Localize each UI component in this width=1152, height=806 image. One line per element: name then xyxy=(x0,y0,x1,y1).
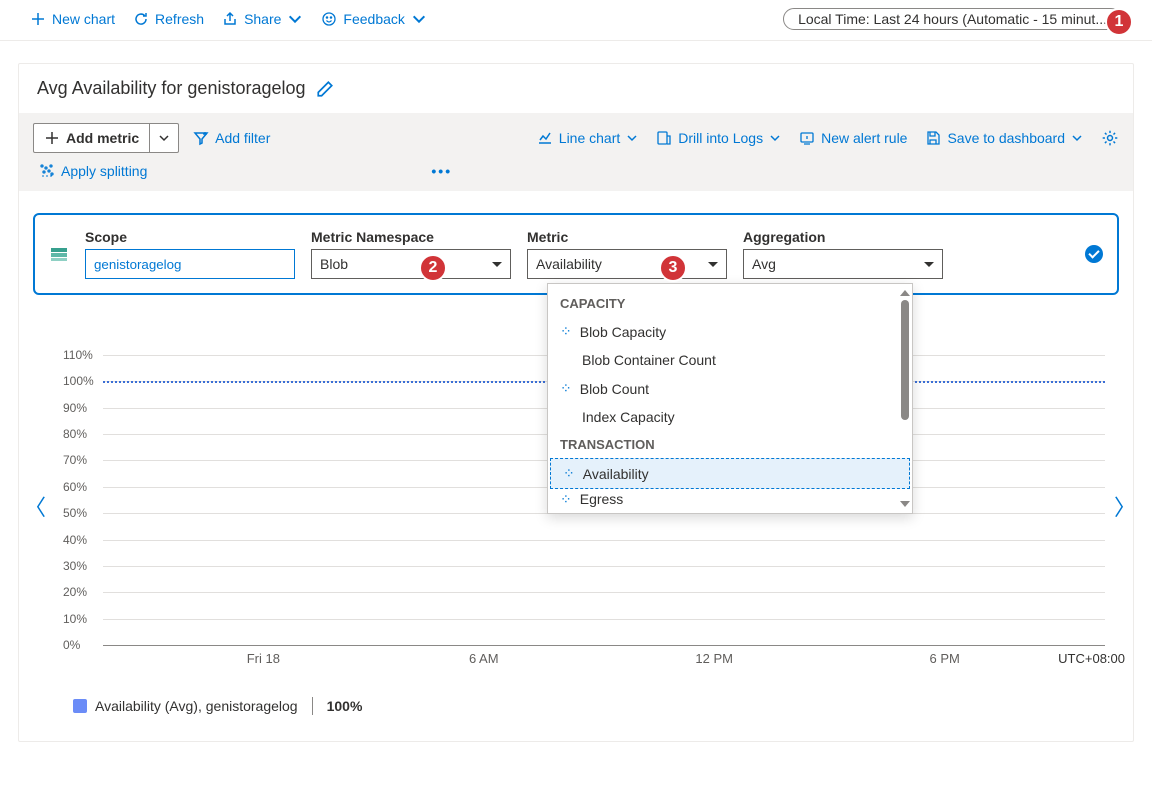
save-icon xyxy=(925,130,941,146)
scope-label: Scope xyxy=(85,229,295,245)
feedback-label: Feedback xyxy=(343,11,404,27)
refresh-label: Refresh xyxy=(155,11,204,27)
chevron-down-icon xyxy=(287,11,303,27)
chevron-down-icon xyxy=(158,132,170,144)
metric-selector[interactable]: Availability xyxy=(527,249,727,279)
metric-icon: ⁘ xyxy=(560,323,572,340)
dropdown-item-blob-capacity[interactable]: ⁘Blob Capacity xyxy=(548,317,912,346)
scope-selector[interactable] xyxy=(85,249,295,279)
x-axis-tick: 12 PM xyxy=(695,651,733,677)
alert-icon xyxy=(799,130,815,146)
y-axis-tick: 90% xyxy=(63,401,87,415)
add-metric-label: Add metric xyxy=(66,130,139,146)
annotation-badge-1: 1 xyxy=(1105,8,1133,36)
settings-gear-icon[interactable] xyxy=(1101,129,1119,147)
save-to-dashboard-button[interactable]: Save to dashboard xyxy=(925,130,1083,146)
add-metric-dropdown[interactable] xyxy=(149,124,178,152)
legend-value: 100% xyxy=(327,698,363,714)
y-axis-tick: 110% xyxy=(63,348,93,362)
chevron-down-icon xyxy=(411,11,427,27)
y-axis-tick: 60% xyxy=(63,480,87,494)
share-icon xyxy=(222,11,238,27)
new-chart-label: New chart xyxy=(52,11,115,27)
y-axis-tick: 10% xyxy=(63,612,87,626)
y-axis-tick: 80% xyxy=(63,427,87,441)
scroll-left-button[interactable]: 〈 xyxy=(24,490,46,522)
share-button[interactable]: Share xyxy=(222,11,303,27)
query-valid-check-icon xyxy=(1085,245,1103,263)
add-filter-label: Add filter xyxy=(215,130,270,146)
chart-legend: Availability (Avg), genistoragelog 100% xyxy=(73,697,1133,715)
dropdown-item-blob-container-count[interactable]: Blob Container Count xyxy=(548,346,912,374)
save-to-dashboard-label: Save to dashboard xyxy=(947,130,1065,146)
refresh-icon xyxy=(133,11,149,27)
chevron-down-icon xyxy=(1071,132,1083,144)
feedback-button[interactable]: Feedback xyxy=(321,11,426,27)
apply-splitting-label: Apply splitting xyxy=(61,163,147,179)
time-range-selector[interactable]: Local Time: Last 24 hours (Automatic - 1… xyxy=(783,8,1122,30)
dropdown-item-availability[interactable]: ⁘Availability xyxy=(550,458,910,489)
share-label: Share xyxy=(244,11,281,27)
more-menu-button[interactable]: ••• xyxy=(431,163,452,179)
drill-into-logs-button[interactable]: Drill into Logs xyxy=(656,130,781,146)
new-alert-rule-label: New alert rule xyxy=(821,130,907,146)
storage-resource-icon xyxy=(49,244,69,264)
y-axis-tick: 70% xyxy=(63,453,87,467)
y-axis-tick: 50% xyxy=(63,506,87,520)
chart-type-label: Line chart xyxy=(559,130,620,146)
split-icon xyxy=(39,163,55,179)
chevron-down-icon xyxy=(626,132,638,144)
new-chart-button[interactable]: New chart xyxy=(30,11,115,27)
dropdown-group-transaction: TRANSACTION xyxy=(548,431,912,458)
metric-dropdown-list: CAPACITY ⁘Blob Capacity Blob Container C… xyxy=(547,283,913,514)
y-axis-tick: 40% xyxy=(63,533,87,547)
namespace-label: Metric Namespace xyxy=(311,229,511,245)
dropdown-group-capacity: CAPACITY xyxy=(548,290,912,317)
edit-pencil-icon[interactable] xyxy=(316,80,334,98)
annotation-badge-2: 2 xyxy=(419,254,447,282)
plus-icon xyxy=(44,130,60,146)
new-alert-rule-button[interactable]: New alert rule xyxy=(799,130,907,146)
dropdown-item-egress[interactable]: ⁘Egress xyxy=(548,489,912,509)
chevron-down-icon xyxy=(769,132,781,144)
x-axis-tick: Fri 18 xyxy=(247,651,280,677)
y-axis-tick: 100% xyxy=(63,374,94,388)
dropdown-item-blob-count[interactable]: ⁘Blob Count xyxy=(548,374,912,403)
refresh-button[interactable]: Refresh xyxy=(133,11,204,27)
y-axis-tick: 30% xyxy=(63,559,87,573)
plus-icon xyxy=(30,11,46,27)
add-metric-button[interactable]: Add metric xyxy=(33,123,179,153)
legend-label: Availability (Avg), genistoragelog xyxy=(95,698,298,714)
chart-title: Avg Availability for genistoragelog xyxy=(37,78,306,99)
logs-icon xyxy=(656,130,672,146)
timezone-label: UTC+08:00 xyxy=(1058,651,1125,677)
aggregation-selector[interactable]: Avg xyxy=(743,249,943,279)
smiley-icon xyxy=(321,11,337,27)
metric-icon: ⁘ xyxy=(560,380,572,397)
chart-type-selector[interactable]: Line chart xyxy=(537,130,638,146)
metric-icon: ⁘ xyxy=(560,491,572,508)
y-axis-tick: 0% xyxy=(63,638,80,652)
filter-icon xyxy=(193,130,209,146)
metric-chart-card: Avg Availability for genistoragelog Add … xyxy=(18,63,1134,742)
x-axis-tick: 6 PM xyxy=(930,651,960,677)
namespace-selector[interactable]: Blob xyxy=(311,249,511,279)
aggregation-label: Aggregation xyxy=(743,229,943,245)
apply-splitting-button[interactable]: Apply splitting xyxy=(39,163,147,179)
dropdown-scrollbar[interactable] xyxy=(900,290,910,507)
add-filter-button[interactable]: Add filter xyxy=(193,130,270,146)
line-chart-icon xyxy=(537,130,553,146)
y-axis-tick: 20% xyxy=(63,585,87,599)
drill-into-logs-label: Drill into Logs xyxy=(678,130,763,146)
legend-swatch xyxy=(73,699,87,713)
x-axis-tick: 6 AM xyxy=(469,651,499,677)
annotation-badge-3: 3 xyxy=(659,254,687,282)
scroll-right-button[interactable]: 〉 xyxy=(1114,490,1136,522)
metric-icon: ⁘ xyxy=(563,465,575,482)
metric-label: Metric xyxy=(527,229,727,245)
dropdown-item-index-capacity[interactable]: Index Capacity xyxy=(548,403,912,431)
